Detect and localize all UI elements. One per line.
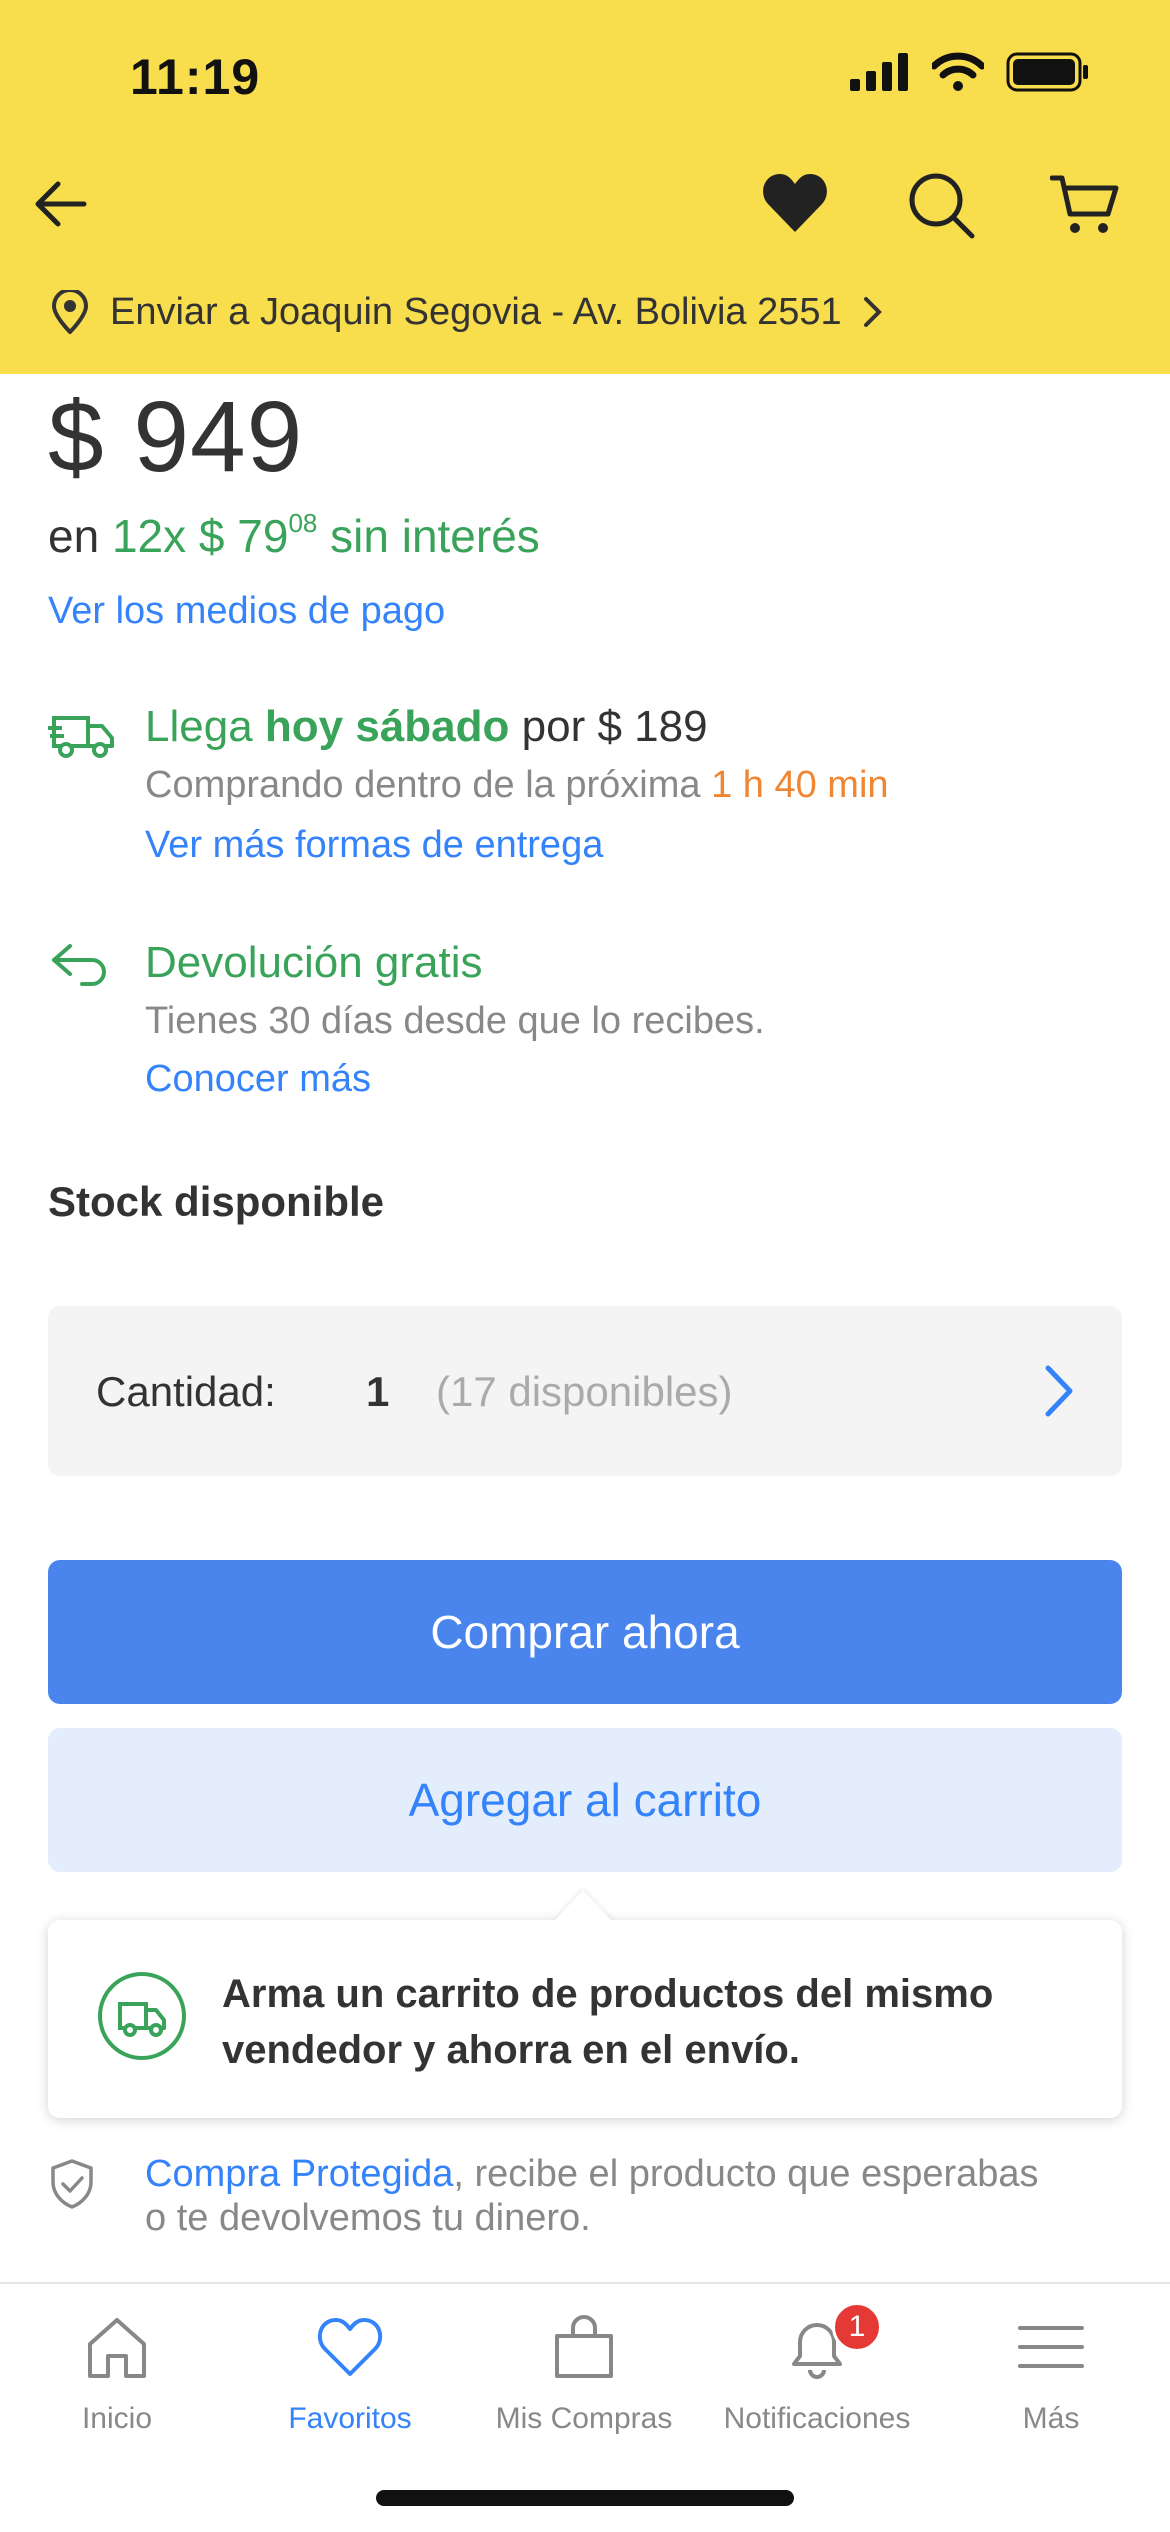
ship-to-address[interactable]: Enviar a Joaquin Segovia - Av. Bolivia 2… xyxy=(50,290,884,334)
installments-count: 12x xyxy=(111,510,187,562)
heart-filled-icon[interactable] xyxy=(760,170,830,236)
status-icons xyxy=(850,52,1090,92)
stock-title: Stock disponible xyxy=(48,1178,385,1225)
shield-check-icon xyxy=(51,2159,93,2209)
shipping-title: Llega hoy sábado por $ 189 xyxy=(145,702,708,752)
quantity-label: Cantidad: xyxy=(96,1368,276,1415)
location-pin-icon xyxy=(51,290,89,334)
quantity-selector[interactable]: Cantidad: 1 (17 disponibles) xyxy=(48,1306,1122,1476)
chevron-right-icon xyxy=(863,297,882,327)
delivery-truck-circle-icon xyxy=(98,1972,186,2060)
tab-notificaciones[interactable]: 1 Notificaciones xyxy=(702,2302,932,2436)
buy-now-button[interactable]: Comprar ahora xyxy=(48,1560,1122,1704)
tab-inicio[interactable]: Inicio xyxy=(2,2312,232,2436)
tab-favoritos[interactable]: Favoritos xyxy=(235,2312,465,2436)
returns-title: Devolución gratis xyxy=(145,938,483,987)
chevron-right-icon xyxy=(1045,1365,1073,1417)
shipping-time-left: 1 h 40 min xyxy=(711,764,889,806)
tab-label: Notificaciones xyxy=(723,2402,911,2435)
back-arrow-icon[interactable] xyxy=(30,174,90,234)
tab-label: Inicio xyxy=(81,2402,153,2435)
protected-purchase-link[interactable]: Compra Protegida xyxy=(145,2153,453,2195)
installments-cents: 08 xyxy=(288,508,318,538)
returns-learn-more-link[interactable]: Conocer más xyxy=(145,1058,371,1101)
quantity-value: 1 xyxy=(366,1368,390,1415)
home-icon xyxy=(88,2318,146,2378)
tab-label: Mis Compras xyxy=(495,2402,673,2435)
installments-prefix: en xyxy=(48,510,100,562)
shopping-bag-icon xyxy=(555,2315,613,2378)
shipping-buy-within: Comprando dentro de la próxima xyxy=(145,764,701,806)
home-indicator xyxy=(376,2490,794,2506)
cart-icon[interactable] xyxy=(1050,172,1120,238)
menu-icon xyxy=(1018,2326,1084,2368)
nav-bar xyxy=(0,160,1170,246)
ship-to-text: Enviar a Joaquin Segovia - Av. Bolivia 2… xyxy=(110,290,842,333)
tooltip-arrow xyxy=(553,1890,613,1922)
installments-amount: $ 79 xyxy=(198,510,289,562)
shipping-day: hoy sábado xyxy=(264,702,510,751)
shipping-deadline: Comprando dentro de la próxima 1 h 40 mi… xyxy=(145,764,889,807)
more-delivery-options-link[interactable]: Ver más formas de entrega xyxy=(145,824,603,867)
add-to-cart-button[interactable]: Agregar al carrito xyxy=(48,1728,1122,1872)
installments-suffix: sin interés xyxy=(330,510,540,562)
tab-label: Favoritos xyxy=(288,2402,412,2435)
search-icon[interactable] xyxy=(906,170,976,240)
payment-methods-link[interactable]: Ver los medios de pago xyxy=(48,590,445,633)
purchase-protection: Compra Protegida, recibe el producto que… xyxy=(145,2152,1045,2240)
battery-icon xyxy=(1006,52,1088,92)
returns-detail: Tienes 30 días desde que lo recibes. xyxy=(145,1000,765,1042)
return-arrow-icon xyxy=(52,944,106,986)
shipping-arrives: Llega xyxy=(145,702,253,751)
tab-label: Más xyxy=(1022,2402,1080,2435)
shipping-price: por $ 189 xyxy=(521,702,708,751)
status-time: 11:19 xyxy=(130,49,261,105)
tab-mis-compras[interactable]: Mis Compras xyxy=(469,2312,699,2436)
notification-badge: 1 xyxy=(832,2302,882,2352)
heart-icon xyxy=(317,2318,383,2376)
delivery-truck-icon xyxy=(48,716,114,758)
cart-tip-text: Arma un carrito de productos del mismo v… xyxy=(222,1972,994,2072)
cart-tip-tooltip: Arma un carrito de productos del mismo v… xyxy=(48,1920,1122,2118)
wifi-icon xyxy=(932,52,984,91)
app-header: 11:19 Enviar a Joaquin Segovia - Av. Bol… xyxy=(0,0,1170,374)
tab-mas[interactable]: Más xyxy=(936,2312,1166,2436)
quantity-available: (17 disponibles) xyxy=(436,1368,733,1415)
installments-info: en 12x $ 7908 sin interés xyxy=(48,508,540,563)
signal-icon xyxy=(850,53,908,91)
product-price: $ 949 xyxy=(48,381,304,493)
